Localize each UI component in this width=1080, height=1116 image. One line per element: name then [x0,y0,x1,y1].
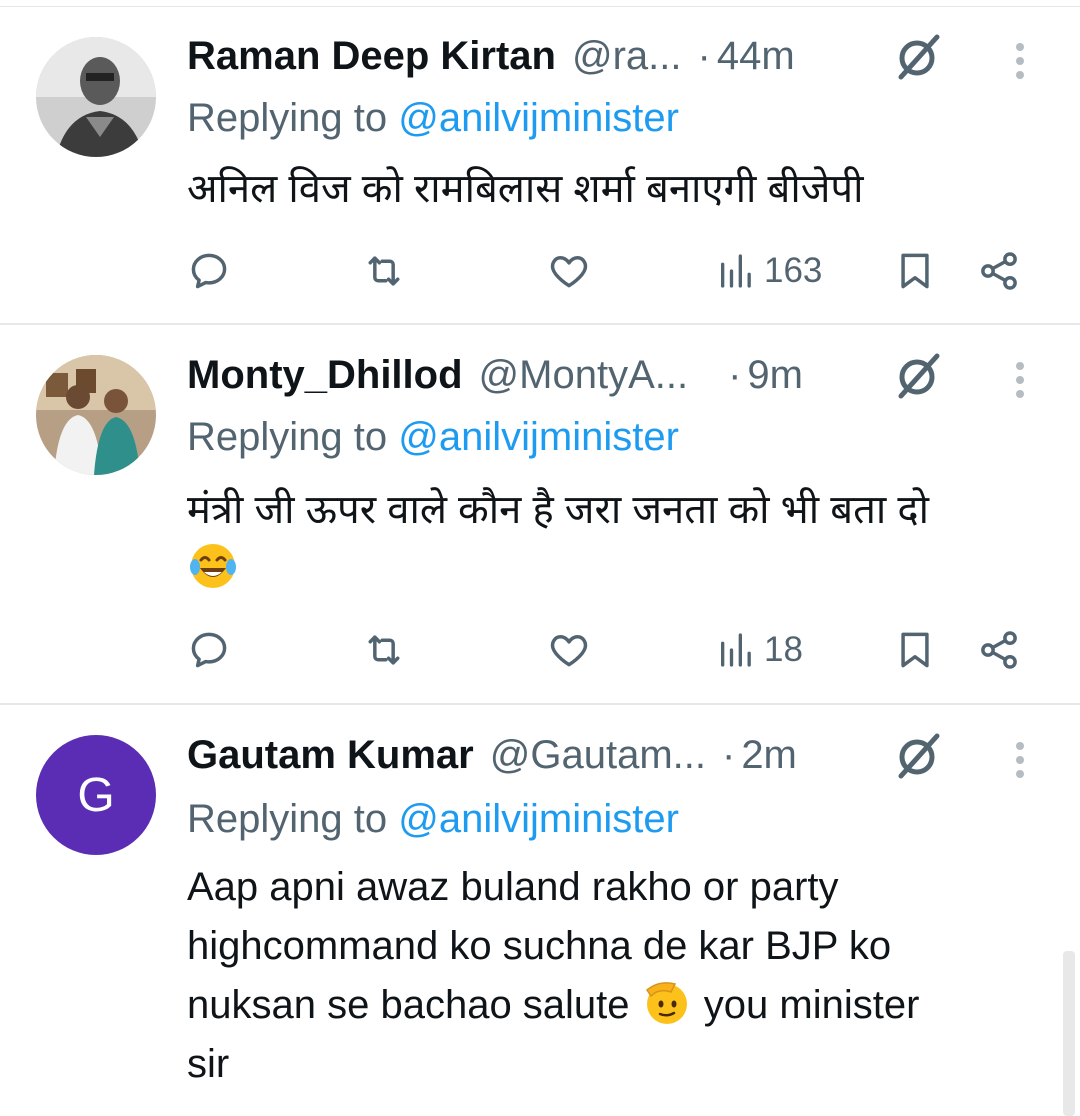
views-count: 163 [764,251,823,290]
tweet-text-body: अनिल विज को रामबिलास शर्मा बनाएगी बीजेपी [187,167,864,211]
tweet-text: मंत्री जी ऊपर वाले कौन है जरा जनता को भी… [187,481,1047,599]
like-icon [550,256,588,288]
user-handle[interactable]: @MontyA... [479,353,689,398]
grok-icon[interactable] [893,350,945,402]
display-name[interactable]: Monty_Dhillod [187,353,463,398]
avatar-letter: G [77,768,115,822]
replying-to-handle[interactable]: @anilvijminister [398,415,679,459]
views-button[interactable]: 18 [716,625,803,675]
tweet-text-body: मंत्री जी ऊपर वाले कौन है जरा जनता को भी… [187,488,929,532]
user-handle[interactable]: @Gautam... [490,733,706,778]
separator-dot: · [728,352,742,397]
share-icon [981,631,1017,669]
action-bar: 18 [0,625,1080,675]
share-button[interactable] [977,246,1021,296]
retweet-icon [368,256,400,286]
bookmark-icon [901,632,929,668]
separator-dot: · [721,732,736,777]
tweet-text-line: sir [187,1042,230,1086]
reply-tweet-1[interactable]: Raman Deep Kirtan @ra... · 44m Replying … [0,0,1080,324]
user-handle[interactable]: @ra... [572,34,682,79]
avatar-raman[interactable] [36,37,156,157]
tweet-header: Raman Deep Kirtan @ra... · 44m [187,31,795,81]
retweet-button[interactable] [362,625,406,675]
tweet-header: Gautam Kumar @Gautam... · 2m [187,730,797,780]
timestamp[interactable]: 9m [747,353,803,398]
tweet-text-line: Aap apni awaz buland rakho or party [187,865,839,909]
replying-to-handle[interactable]: @anilvijminister [398,96,679,140]
reply-button[interactable] [187,625,231,675]
reply-tweet-3[interactable]: G Gautam Kumar @Gautam... · 2m Replying … [0,705,1080,1116]
saluting-face-emoji [641,976,693,1028]
display-name[interactable]: Raman Deep Kirtan [187,34,556,79]
tweet-text: Aap apni awaz buland rakho or party high… [187,858,1047,1094]
more-options-icon[interactable] [1010,37,1030,87]
grok-icon[interactable] [893,31,945,83]
timestamp[interactable]: 44m [717,34,795,79]
reply-tweet-2[interactable]: Monty_Dhillod @MontyA... · 9m Replying t… [0,325,1080,703]
like-button[interactable] [547,625,591,675]
bookmark-button[interactable] [893,246,937,296]
replying-to-label: Replying to [187,415,388,459]
share-button[interactable] [977,625,1021,675]
more-options-icon[interactable] [1010,356,1030,406]
replying-to-line: Replying to @anilvijminister [187,415,679,460]
tweet-text-line: nuksan se bachao salute [187,983,630,1027]
avatar-monty[interactable] [36,355,156,475]
reply-icon [191,632,227,668]
replying-to-label: Replying to [187,797,388,841]
scrollbar[interactable] [1063,951,1075,1116]
reply-icon [191,253,227,289]
share-icon [981,252,1017,290]
bookmark-button[interactable] [893,625,937,675]
views-button[interactable]: 163 [716,246,822,296]
tweet-text: अनिल विज को रामबिलास शर्मा बनाएगी बीजेपी [187,160,1047,219]
bookmark-icon [901,253,929,289]
replying-to-handle[interactable]: @anilvijminister [398,797,679,841]
avatar-gautam[interactable]: G [36,735,156,855]
separator-dot: · [697,33,711,78]
views-count: 18 [764,630,803,669]
timestamp[interactable]: 2m [741,733,797,778]
display-name[interactable]: Gautam Kumar [187,733,474,778]
replying-to-line: Replying to @anilvijminister [187,797,679,842]
views-icon [721,633,751,667]
replying-to-line: Replying to @anilvijminister [187,96,679,141]
retweet-icon [368,635,400,665]
tweet-text-line: highcommand ko suchna de kar BJP ko [187,924,892,968]
more-options-icon[interactable] [1010,736,1030,786]
like-icon [550,635,588,667]
like-button[interactable] [547,246,591,296]
reply-button[interactable] [187,246,231,296]
laughing-tears-emoji [187,540,239,592]
tweet-header: Monty_Dhillod @MontyA... · 9m [187,350,803,400]
action-bar: 163 [0,246,1080,296]
views-icon [721,254,751,288]
grok-icon[interactable] [893,730,945,782]
replying-to-label: Replying to [187,96,388,140]
tweet-text-line: you minister [703,983,920,1027]
retweet-button[interactable] [362,246,406,296]
